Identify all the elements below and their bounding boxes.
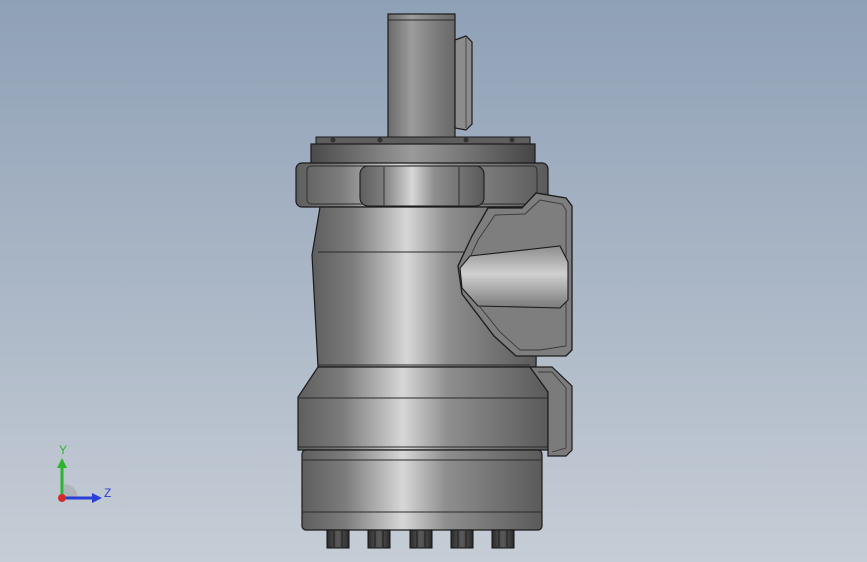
port-boss <box>459 245 569 309</box>
bolt-head <box>409 529 433 549</box>
y-axis-label: Y <box>59 443 67 457</box>
x-axis-point <box>58 494 66 502</box>
z-axis-arrowhead <box>92 493 102 503</box>
bolt-head <box>326 529 350 549</box>
graphics-viewport[interactable]: Y Z <box>0 0 867 562</box>
bolt-head <box>491 529 515 549</box>
end-cap-bolts <box>326 529 515 549</box>
triad-plane-indicator <box>64 484 78 498</box>
bolt-head <box>367 529 391 549</box>
z-axis-label: Z <box>104 486 111 500</box>
y-axis-arrowhead <box>57 458 67 468</box>
shaft-key <box>454 35 473 131</box>
mounting-flange[interactable] <box>295 136 549 208</box>
hydraulic-motor-model[interactable] <box>0 0 867 562</box>
orientation-triad[interactable]: Y Z <box>48 440 118 510</box>
lower-housing[interactable] <box>297 366 573 457</box>
output-shaft[interactable] <box>387 13 473 139</box>
bolt-head <box>450 529 474 549</box>
end-cap[interactable] <box>301 449 543 531</box>
